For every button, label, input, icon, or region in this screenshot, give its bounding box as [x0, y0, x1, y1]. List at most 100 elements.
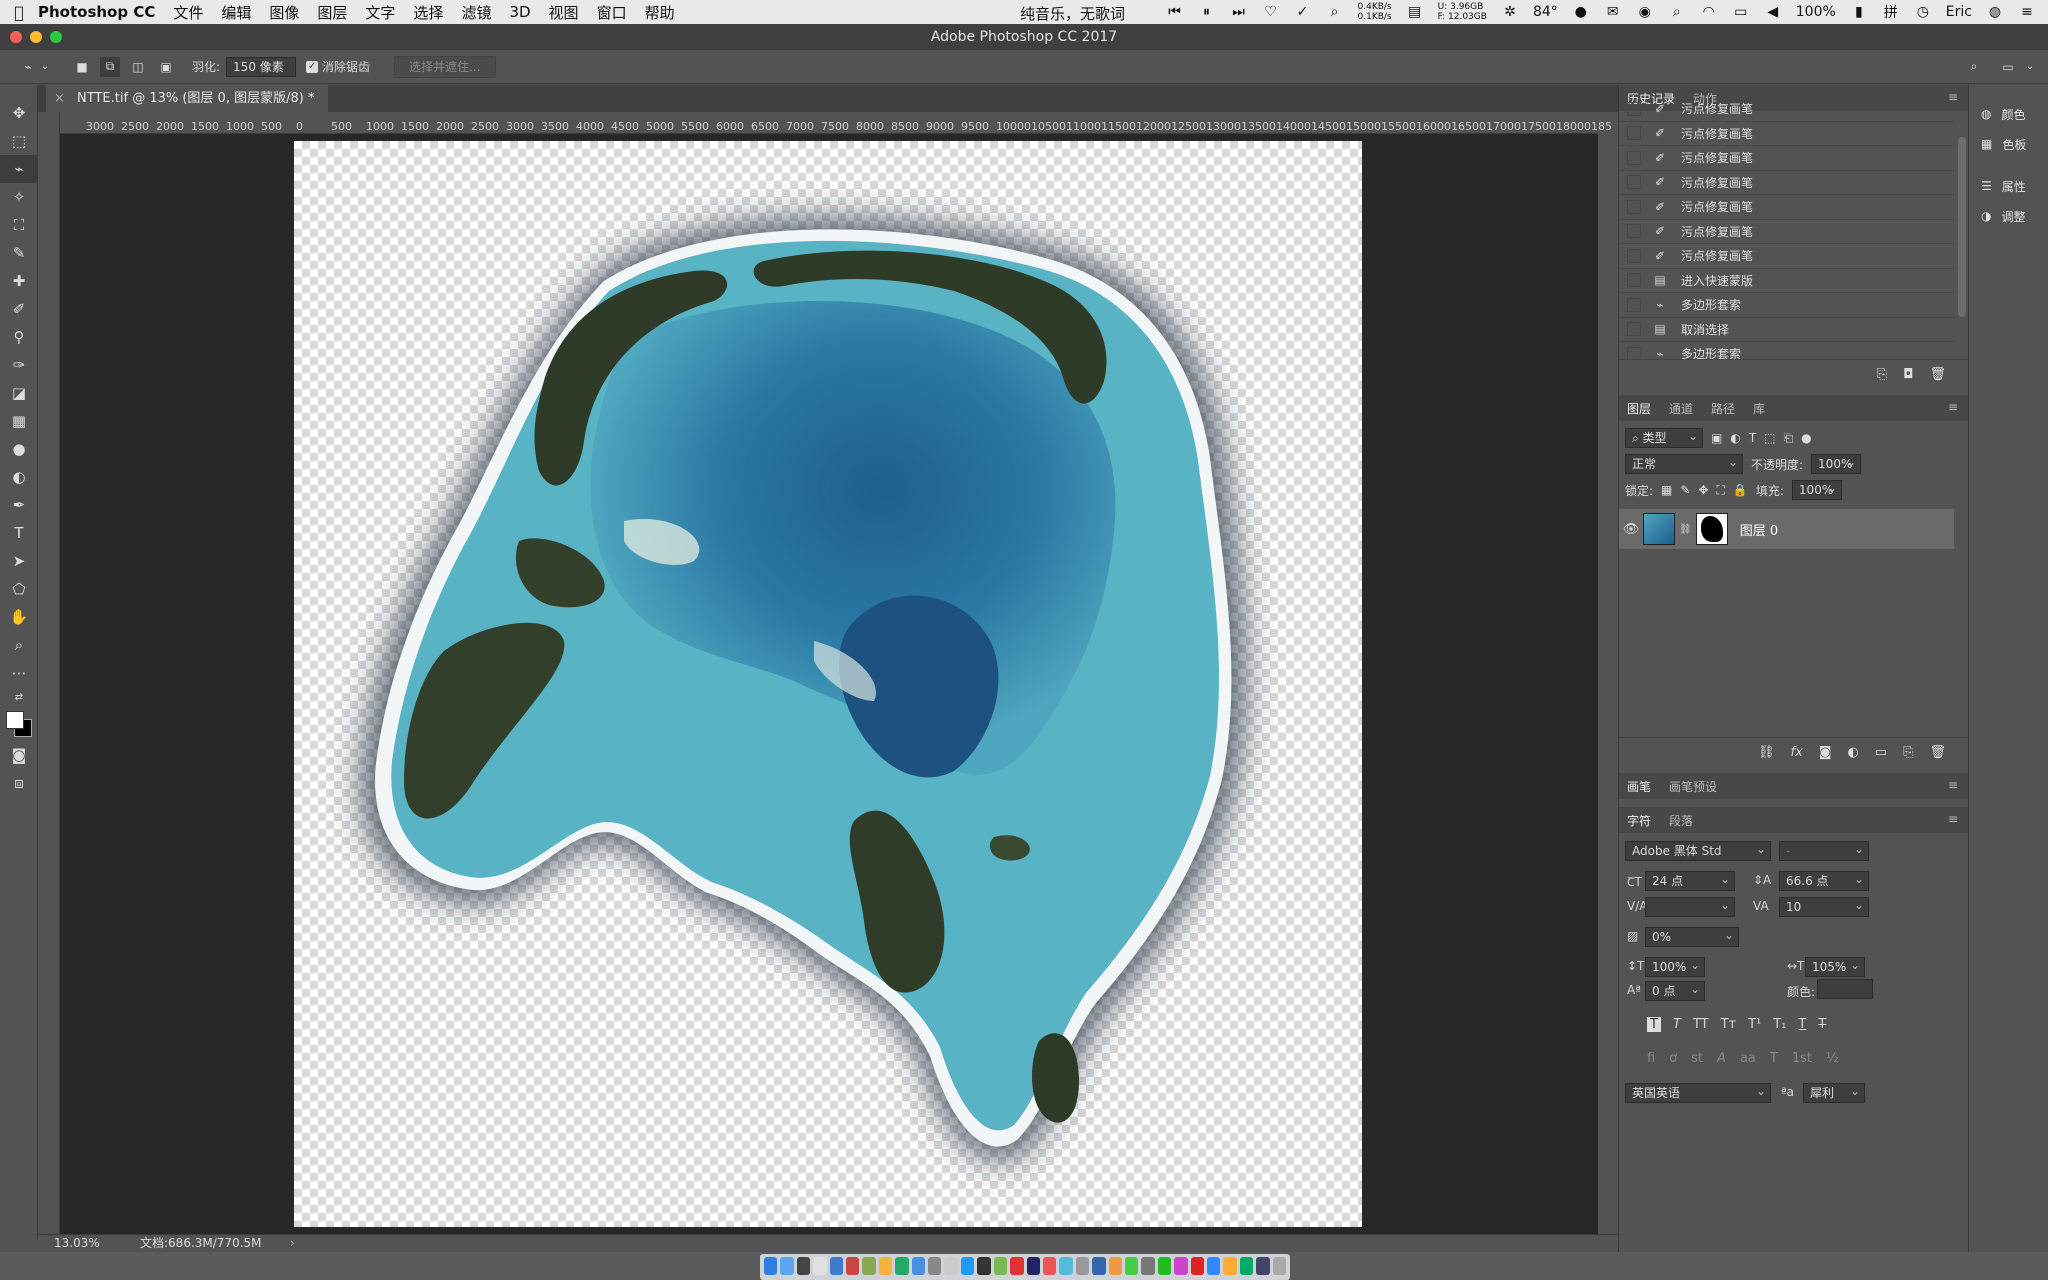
ligatures-icon[interactable]: ﬁ	[1647, 1051, 1655, 1066]
dock-app-icon[interactable]	[780, 1257, 794, 1275]
spotlight-icon[interactable]: ⌕	[1668, 4, 1686, 20]
zoom-level[interactable]: 13.03%	[54, 1235, 100, 1252]
history-item[interactable]: ✐ 污点修复画笔	[1619, 244, 1954, 269]
tab-character[interactable]: 字符	[1627, 812, 1651, 829]
airplay-icon[interactable]: ▭	[1732, 4, 1750, 20]
dock-color[interactable]: ◍ 颜色	[1969, 99, 2048, 129]
link-layers-icon[interactable]: ⛓	[1758, 745, 1775, 760]
app-menu[interactable]: Photoshop CC	[38, 3, 155, 21]
menu-layer[interactable]: 图层	[317, 2, 347, 23]
document-canvas[interactable]	[294, 141, 1362, 1227]
dock-app-icon[interactable]	[764, 1257, 778, 1275]
marquee-tool-icon[interactable]: ⬚	[0, 127, 38, 155]
swap-colors-icon[interactable]: ⇄	[0, 687, 38, 707]
clock-icon[interactable]: ◷	[1914, 4, 1932, 20]
battery-icon[interactable]: ▮	[1850, 4, 1868, 20]
document-tab[interactable]: × NTTE.tif @ 13% (图层 0, 图层蒙版/8) *	[46, 85, 329, 112]
path-selection-tool-icon[interactable]: ➤	[0, 547, 38, 575]
healing-brush-tool-icon[interactable]: ✚	[0, 267, 38, 295]
layer-mask-thumbnail[interactable]	[1695, 513, 1728, 545]
maximize-window-button[interactable]	[50, 31, 62, 43]
dock-app-icon[interactable]	[813, 1257, 827, 1275]
blur-tool-icon[interactable]: ●	[0, 435, 38, 463]
filter-adjustment-icon[interactable]: ◐	[1730, 431, 1740, 445]
tab-channels[interactable]: 通道	[1669, 400, 1693, 417]
history-source-checkbox[interactable]	[1627, 150, 1641, 165]
dock-app-icon[interactable]	[977, 1257, 991, 1275]
filter-smart-object-icon[interactable]: ⎗	[1784, 431, 1794, 446]
tab-paragraph[interactable]: 段落	[1669, 812, 1693, 829]
battery-percent[interactable]: 100%	[1796, 4, 1836, 20]
dock-app-icon[interactable]	[796, 1257, 811, 1275]
new-layer-icon[interactable]: ⎘	[1903, 745, 1913, 760]
lasso-tool-icon[interactable]: ⌁	[0, 155, 38, 183]
font-size-input[interactable]: 24 点	[1645, 870, 1735, 891]
quick-mask-icon[interactable]: ◙	[0, 741, 38, 769]
tab-layers[interactable]: 图层	[1627, 400, 1651, 417]
strikethrough-icon[interactable]: T	[1818, 1017, 1826, 1032]
menu-file[interactable]: 文件	[173, 2, 203, 23]
underline-icon[interactable]: T	[1798, 1017, 1806, 1032]
lock-all-icon[interactable]: 🔒	[1733, 483, 1748, 497]
message-icon[interactable]: ✉	[1604, 4, 1622, 20]
dock-properties[interactable]: ☰ 属性	[1969, 171, 2048, 201]
move-tool-icon[interactable]: ✥	[0, 99, 38, 127]
magic-wand-tool-icon[interactable]: ✧	[0, 183, 38, 211]
tab-paths[interactable]: 路径	[1711, 400, 1735, 417]
wifi-icon[interactable]: ◠	[1700, 4, 1718, 20]
dock-app-icon[interactable]	[1026, 1257, 1040, 1275]
pause-icon[interactable]: ⏸	[1198, 4, 1216, 20]
dock-app-icon[interactable]	[878, 1257, 893, 1275]
volume-icon[interactable]: ◀	[1764, 4, 1782, 20]
layer-row[interactable]: 👁 ⛓ 图层 0	[1619, 509, 1954, 549]
screen-mode-icon[interactable]: ⧈	[0, 769, 38, 797]
fractions-icon[interactable]: ½	[1826, 1051, 1839, 1066]
heart-icon[interactable]: ♡	[1262, 4, 1280, 20]
workspace-chevron-icon[interactable]: ⌄	[2024, 57, 2036, 77]
menu-view[interactable]: 视图	[549, 2, 579, 23]
dock-app-icon[interactable]	[928, 1257, 942, 1275]
color-swatches[interactable]	[0, 707, 37, 741]
dock-adjustments[interactable]: ◑ 调整	[1969, 201, 2048, 231]
dock-app-icon[interactable]	[1206, 1257, 1221, 1275]
dock-app-icon[interactable]	[1124, 1257, 1139, 1275]
close-tab-icon[interactable]: ×	[54, 91, 65, 106]
wechat-icon[interactable]: ◉	[1636, 4, 1654, 20]
lock-image-icon[interactable]: ✎	[1680, 483, 1690, 497]
hand-tool-icon[interactable]: ✋	[0, 603, 38, 631]
menu-select[interactable]: 选择	[413, 2, 443, 23]
dock-app-icon[interactable]	[911, 1257, 926, 1275]
font-style-select[interactable]: -	[1779, 840, 1869, 861]
ordinals-icon[interactable]: T	[1770, 1051, 1778, 1066]
tracking-input[interactable]: 10	[1779, 896, 1869, 917]
blend-mode-select[interactable]: 正常	[1625, 453, 1743, 474]
panel-menu-icon[interactable]: ≡	[1948, 812, 1958, 826]
kerning-input[interactable]	[1645, 896, 1735, 917]
history-item[interactable]: ⌁ 多边形套索	[1619, 293, 1954, 318]
layer-name[interactable]: 图层 0	[1740, 520, 1778, 539]
history-source-checkbox[interactable]	[1627, 248, 1641, 263]
dock-app-icon[interactable]	[1190, 1257, 1204, 1275]
menu-image[interactable]: 图像	[269, 2, 299, 23]
menu-edit[interactable]: 编辑	[221, 2, 251, 23]
dock-app-icon[interactable]	[1223, 1257, 1237, 1275]
document-size[interactable]: 文档:686.3M/770.5M	[140, 1235, 262, 1252]
chevron-down-icon[interactable]: ⌄	[38, 57, 52, 77]
filter-shape-icon[interactable]: ⬚	[1764, 431, 1775, 445]
antialias-method-select[interactable]: 犀利	[1803, 1082, 1865, 1103]
history-source-checkbox[interactable]	[1627, 175, 1641, 190]
dock-app-icon[interactable]	[895, 1257, 909, 1275]
leading-input[interactable]: 66.6 点	[1779, 870, 1869, 891]
new-group-folder-icon[interactable]: ▭	[1875, 745, 1887, 760]
visibility-eye-icon[interactable]: 👁	[1619, 522, 1643, 537]
crop-tool-icon[interactable]: ⛶	[0, 211, 38, 239]
more-tools-icon[interactable]: ⋯	[0, 659, 38, 687]
history-source-checkbox[interactable]	[1627, 273, 1641, 288]
chain-link-icon[interactable]: ⛓	[1679, 524, 1692, 535]
titling-alternates-icon[interactable]: aa	[1740, 1051, 1756, 1066]
superscript-icon[interactable]: T¹	[1748, 1017, 1761, 1032]
history-brush-tool-icon[interactable]: ✑	[0, 351, 38, 379]
apple-menu-icon[interactable]: 	[0, 3, 38, 22]
input-method-icon[interactable]: 拼	[1882, 5, 1900, 21]
small-caps-icon[interactable]: Tт	[1721, 1017, 1737, 1032]
